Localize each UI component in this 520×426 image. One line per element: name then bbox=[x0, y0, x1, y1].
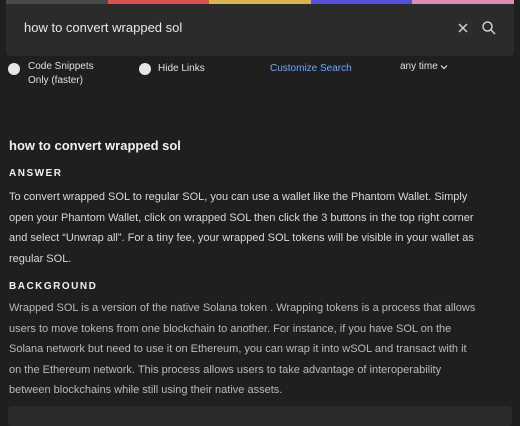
background-heading: BACKGROUND bbox=[9, 281, 98, 292]
background-line: between blockchains while still using th… bbox=[9, 384, 283, 396]
background-text: Wrapped SOL is a version of the native S… bbox=[9, 298, 513, 401]
answer-line: To convert wrapped SOL to regular SOL, y… bbox=[9, 191, 468, 203]
code-snippets-line1: Code Snippets bbox=[28, 61, 94, 72]
strip-segment bbox=[412, 0, 514, 4]
answer-line: regular SOL. bbox=[9, 252, 72, 265]
hide-links-radio[interactable] bbox=[139, 63, 151, 75]
strip-segment bbox=[310, 0, 413, 4]
answer-text: To convert wrapped SOL to regular SOL, y… bbox=[9, 187, 513, 269]
background-line: Solana network but need to use it on Eth… bbox=[9, 343, 467, 355]
code-snippets-radio[interactable] bbox=[8, 63, 20, 75]
color-strip bbox=[6, 0, 514, 6]
page-title: how to convert wrapped sol bbox=[9, 138, 181, 153]
search-icon[interactable] bbox=[481, 20, 496, 35]
search-options: Code Snippets Only (faster) Hide Links C… bbox=[0, 56, 520, 96]
time-filter-label: any time bbox=[400, 61, 438, 72]
time-filter-dropdown[interactable]: any time bbox=[400, 61, 448, 72]
answer-line: open your Phantom Wallet, click on wrapp… bbox=[9, 211, 474, 224]
background-line: Wrapped SOL is a version of the native S… bbox=[9, 302, 476, 314]
answer-line: and select “Unwrap all”. For a tiny fee,… bbox=[9, 232, 474, 244]
close-icon[interactable] bbox=[456, 21, 470, 35]
strip-segment bbox=[6, 0, 108, 4]
strip-segment bbox=[107, 0, 210, 4]
chevron-down-icon bbox=[440, 64, 448, 69]
code-snippets-line2: Only (faster) bbox=[28, 75, 84, 86]
code-snippets-label[interactable]: Code Snippets Only (faster) bbox=[28, 60, 94, 88]
strip-segment bbox=[209, 0, 311, 4]
background-line: on the Ethereum network. This process al… bbox=[9, 363, 442, 376]
search-input[interactable]: how to convert wrapped sol bbox=[24, 20, 182, 35]
answer-heading: ANSWER bbox=[9, 168, 63, 179]
hide-links-label[interactable]: Hide Links bbox=[158, 62, 205, 76]
background-line: users to move tokens from one blockchain… bbox=[9, 322, 452, 335]
next-result-box bbox=[8, 406, 512, 426]
customize-search-link[interactable]: Customize Search bbox=[270, 63, 352, 74]
